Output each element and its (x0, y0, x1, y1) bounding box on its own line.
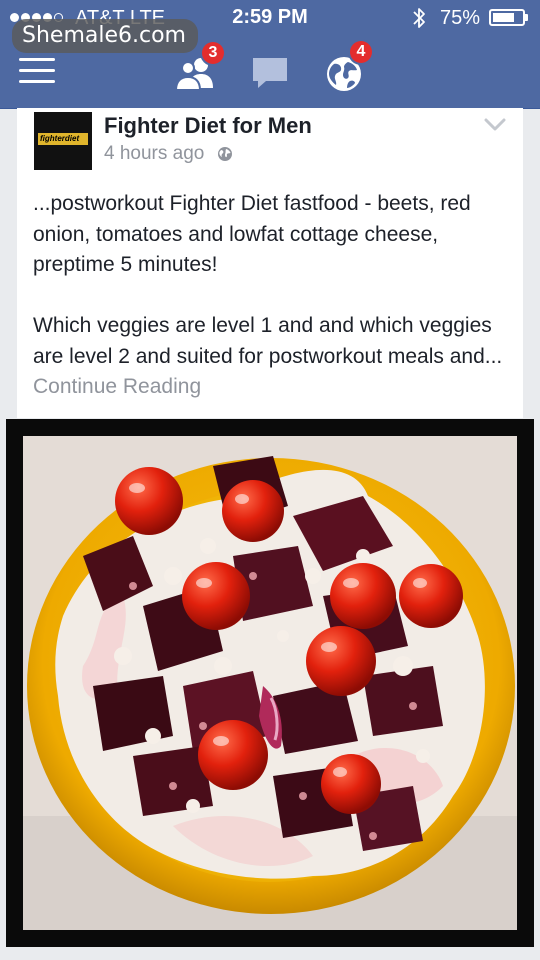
chevron-down-icon[interactable] (484, 118, 506, 132)
battery-icon (489, 9, 528, 26)
battery-percent: 75% (440, 7, 481, 29)
logo-wordmark: fighterdiet (38, 133, 88, 145)
messages-button[interactable] (250, 50, 298, 94)
top-navigation-bar: AT&T LTE 2:59 PM 75% Shemale6.com 3 4 (0, 0, 540, 109)
post-author-name[interactable]: Fighter Diet for Men (104, 113, 312, 139)
message-bubble-icon (253, 58, 287, 88)
post-timestamp[interactable]: 4 hours ago (104, 143, 204, 165)
public-audience-icon (218, 147, 232, 161)
menu-icon[interactable] (19, 58, 55, 84)
notifications-badge: 4 (350, 41, 372, 63)
watermark-label: Shemale6.com (12, 19, 198, 53)
continue-reading-link[interactable]: Continue Reading (33, 375, 201, 398)
page-avatar[interactable]: fighterdiet (34, 112, 92, 170)
post-paragraph: Which veggies are level 1 and and which … (33, 311, 508, 403)
post-body: ...postworkout Fighter Diet fastfood - b… (33, 189, 508, 403)
beet-salad-image (23, 436, 517, 930)
notifications-button[interactable]: 4 (324, 41, 372, 94)
food-photo-frame (23, 436, 517, 930)
post-photo[interactable] (6, 419, 534, 947)
friend-requests-badge: 3 (202, 42, 224, 64)
friend-requests-button[interactable]: 3 (174, 42, 224, 94)
bluetooth-icon (413, 8, 425, 28)
post-paragraph: ...postworkout Fighter Diet fastfood - b… (33, 192, 471, 276)
post-paragraph-text: Which veggies are level 1 and and which … (33, 314, 503, 368)
